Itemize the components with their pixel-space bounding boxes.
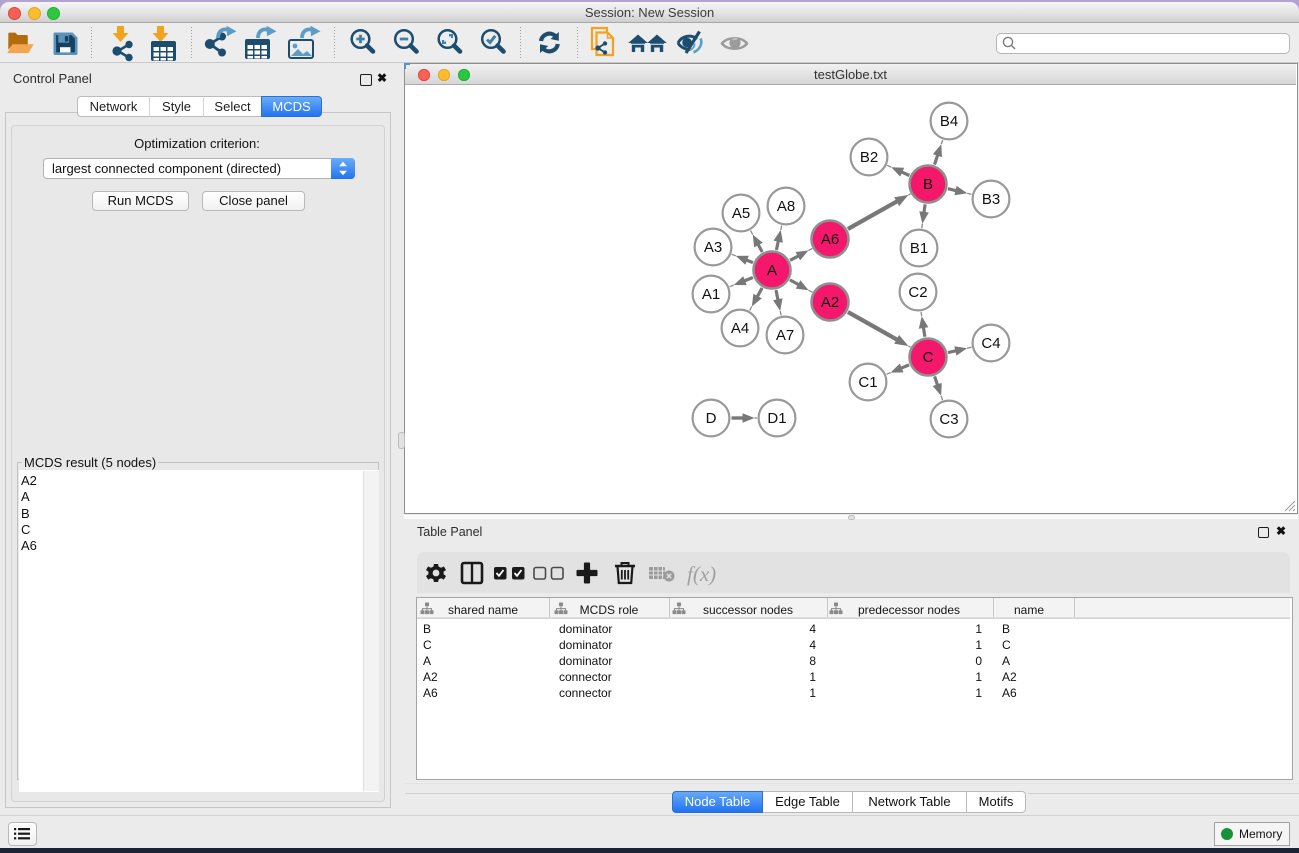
svg-text:B4: B4 xyxy=(940,113,958,130)
svg-text:f(x): f(x) xyxy=(687,562,716,586)
svg-text:B: B xyxy=(923,176,933,193)
svg-text:A8: A8 xyxy=(777,198,795,215)
svg-text:A4: A4 xyxy=(731,320,749,337)
svg-text:A7: A7 xyxy=(776,327,794,344)
svg-text:B1: B1 xyxy=(910,240,928,257)
svg-text:C3: C3 xyxy=(939,411,958,428)
svg-text:A1: A1 xyxy=(702,286,720,303)
svg-text:D: D xyxy=(706,410,717,427)
svg-text:D1: D1 xyxy=(767,410,786,427)
svg-text:A2: A2 xyxy=(821,294,839,311)
svg-text:A5: A5 xyxy=(732,205,750,222)
svg-text:C2: C2 xyxy=(908,284,927,301)
svg-text:B2: B2 xyxy=(860,149,878,166)
svg-text:B3: B3 xyxy=(982,191,1000,208)
svg-text:A: A xyxy=(767,262,777,279)
svg-text:C: C xyxy=(923,349,934,366)
svg-text:A6: A6 xyxy=(821,231,839,248)
svg-text:C1: C1 xyxy=(858,374,877,391)
svg-text:A3: A3 xyxy=(704,239,722,256)
svg-text:C4: C4 xyxy=(981,335,1000,352)
